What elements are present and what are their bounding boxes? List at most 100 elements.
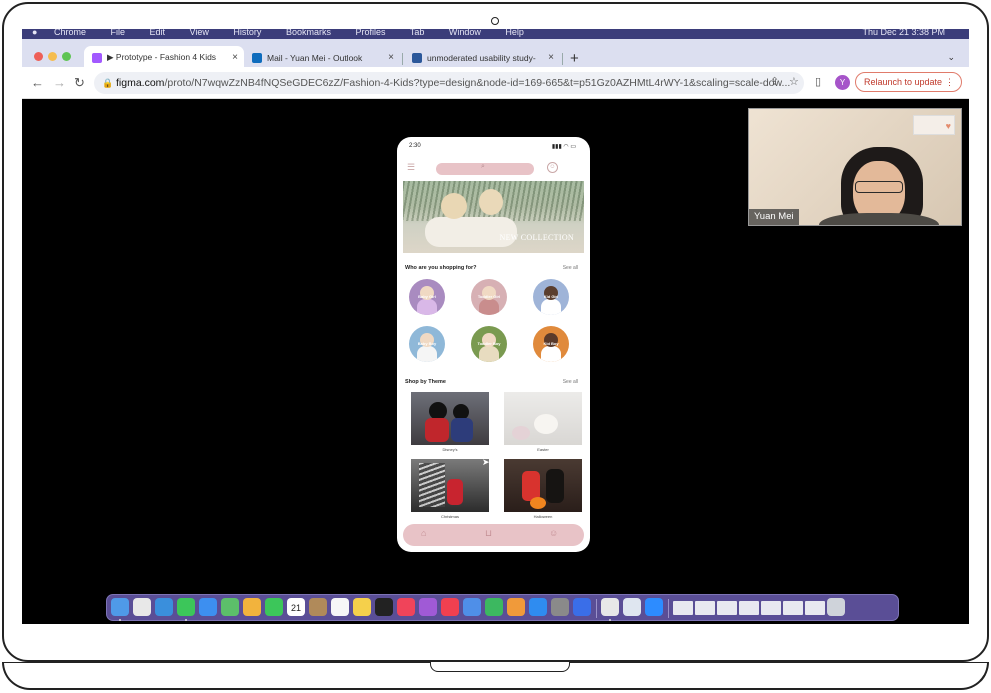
theme-figure bbox=[425, 418, 449, 442]
contacts-icon[interactable] bbox=[309, 598, 327, 616]
menu-view[interactable]: View bbox=[190, 29, 209, 37]
podcasts-icon[interactable] bbox=[419, 598, 437, 616]
menu-profiles[interactable]: Profiles bbox=[355, 29, 385, 37]
close-window-button[interactable] bbox=[34, 52, 43, 61]
doc-thumb-5-icon[interactable] bbox=[761, 601, 781, 615]
category-figure bbox=[479, 299, 499, 315]
finder-icon[interactable] bbox=[111, 598, 129, 616]
doc-thumb-2-icon[interactable] bbox=[695, 601, 715, 615]
menu-help[interactable]: Help bbox=[505, 29, 524, 37]
category-toddler-girl[interactable]: Toddler Girl bbox=[471, 279, 507, 315]
news-icon[interactable] bbox=[441, 598, 459, 616]
webcam-lens bbox=[491, 17, 499, 25]
hero-banner[interactable]: NEW COLLECTION bbox=[403, 181, 584, 253]
doc-thumb-3-icon[interactable] bbox=[717, 601, 737, 615]
category-baby-boy[interactable]: Baby Boy bbox=[409, 326, 445, 362]
theme-figure bbox=[530, 497, 546, 509]
hero-caption: NEW COLLECTION bbox=[499, 233, 574, 242]
category-kid-girl[interactable]: Kid Girl bbox=[533, 279, 569, 315]
reminders-icon[interactable] bbox=[331, 598, 349, 616]
calendar-icon[interactable]: 21 bbox=[287, 598, 305, 616]
facetime-icon[interactable] bbox=[265, 598, 283, 616]
keynote-icon[interactable] bbox=[463, 598, 481, 616]
theme-halloween[interactable] bbox=[504, 459, 582, 512]
safari-icon[interactable] bbox=[155, 598, 173, 616]
music-icon[interactable] bbox=[397, 598, 415, 616]
pages-icon[interactable] bbox=[507, 598, 525, 616]
tv-icon[interactable] bbox=[375, 598, 393, 616]
category-figure bbox=[417, 299, 437, 315]
dock-running-indicator bbox=[609, 619, 611, 621]
theme-easter[interactable] bbox=[504, 392, 582, 445]
profile-avatar[interactable]: Y bbox=[835, 75, 850, 90]
trash-icon[interactable] bbox=[827, 598, 845, 616]
numbers-icon[interactable] bbox=[485, 598, 503, 616]
chrome-icon[interactable] bbox=[601, 598, 619, 616]
maps-icon[interactable] bbox=[221, 598, 239, 616]
profile-icon[interactable]: ☺ bbox=[549, 528, 558, 538]
see-all-link[interactable]: See all bbox=[563, 265, 578, 271]
close-tab-icon[interactable]: × bbox=[548, 52, 554, 63]
zoom-window-button[interactable] bbox=[62, 52, 71, 61]
theme-christmas[interactable] bbox=[411, 459, 489, 512]
tab-mail[interactable]: Mail - Yuan Mei - Outlook × bbox=[244, 46, 400, 69]
bookmark-star-icon[interactable]: ☆ bbox=[789, 75, 799, 88]
category-baby-girl[interactable]: Baby Girl bbox=[409, 279, 445, 315]
messages-icon[interactable] bbox=[177, 598, 195, 616]
category-kid-boy[interactable]: Kid Boy bbox=[533, 326, 569, 362]
zoom-icon[interactable] bbox=[645, 598, 663, 616]
search-bar[interactable]: ⌕ bbox=[436, 163, 534, 175]
reload-icon[interactable]: ↻ bbox=[74, 75, 85, 91]
menu-bookmarks[interactable]: Bookmarks bbox=[286, 29, 331, 37]
category-label: Baby Girl bbox=[418, 294, 436, 299]
hamburger-menu-icon[interactable]: ☰ bbox=[407, 162, 415, 173]
theme-figure bbox=[512, 426, 530, 440]
relaunch-to-update-button[interactable]: Relaunch to update ⋮ bbox=[855, 72, 962, 92]
menu-window[interactable]: Window bbox=[449, 29, 481, 37]
photos-icon[interactable] bbox=[243, 598, 261, 616]
notes-icon[interactable] bbox=[353, 598, 371, 616]
appstore-icon[interactable] bbox=[529, 598, 547, 616]
new-tab-button[interactable]: + bbox=[570, 50, 579, 67]
screen-share-icon[interactable] bbox=[573, 598, 591, 616]
tab-search-chevron-icon[interactable]: ⌄ bbox=[947, 52, 955, 63]
doc-thumb-6-icon[interactable] bbox=[783, 601, 803, 615]
menu-history[interactable]: History bbox=[233, 29, 261, 37]
menu-edit[interactable]: Edit bbox=[150, 29, 166, 37]
back-arrow-icon[interactable]: ← bbox=[31, 75, 44, 90]
address-bar[interactable]: 🔒 figma.com/proto/N7wqwZzNB4fNQSeGDEC6zZ… bbox=[94, 72, 804, 94]
home-icon[interactable]: ⌂ bbox=[421, 528, 426, 538]
close-tab-icon[interactable]: × bbox=[232, 52, 238, 63]
minimize-window-button[interactable] bbox=[48, 52, 57, 61]
menu-app-name[interactable]: Chrome bbox=[54, 29, 86, 37]
lock-icon[interactable]: 🔒 bbox=[102, 72, 113, 94]
theme-label: Disney's bbox=[442, 447, 458, 452]
tab-label: Mail - Yuan Mei - Outlook bbox=[267, 52, 363, 63]
apple-menu-icon[interactable]: ● bbox=[32, 29, 37, 37]
tab-usability-study[interactable]: unmoderated usability study- × bbox=[404, 46, 560, 69]
category-toddler-boy[interactable]: Toddler Boy bbox=[471, 326, 507, 362]
menu-tab[interactable]: Tab bbox=[410, 29, 425, 37]
launchpad-icon[interactable] bbox=[133, 598, 151, 616]
side-panel-icon[interactable]: ▯ bbox=[815, 75, 821, 88]
doc-thumb-7-icon[interactable] bbox=[805, 601, 825, 615]
menu-file[interactable]: File bbox=[110, 29, 125, 37]
shopping-for-title: Who are you shopping for? bbox=[405, 265, 477, 271]
participant-video-tile[interactable]: ♥ Yuan Mei bbox=[748, 108, 962, 226]
close-tab-icon[interactable]: × bbox=[388, 52, 394, 63]
forward-arrow-icon[interactable]: → bbox=[53, 75, 66, 90]
see-all-link[interactable]: See all bbox=[563, 379, 578, 385]
mail-icon[interactable] bbox=[199, 598, 217, 616]
account-icon[interactable]: ☺ bbox=[547, 162, 558, 173]
share-icon[interactable]: ⇪ bbox=[770, 75, 779, 88]
menubar-clock[interactable]: Thu Dec 21 3:38 PM bbox=[862, 29, 945, 37]
hero-figure bbox=[479, 189, 503, 215]
preview-icon[interactable] bbox=[623, 598, 641, 616]
tab-prototype[interactable]: ▶ Prototype - Fashion 4 Kids × bbox=[84, 46, 244, 69]
settings-icon[interactable] bbox=[551, 598, 569, 616]
theme-disneys[interactable] bbox=[411, 392, 489, 445]
cart-icon[interactable]: ⊔ bbox=[485, 528, 492, 539]
doc-thumb-1-icon[interactable] bbox=[673, 601, 693, 615]
doc-thumb-4-icon[interactable] bbox=[739, 601, 759, 615]
kebab-menu-icon[interactable]: ⋮ bbox=[945, 73, 954, 91]
